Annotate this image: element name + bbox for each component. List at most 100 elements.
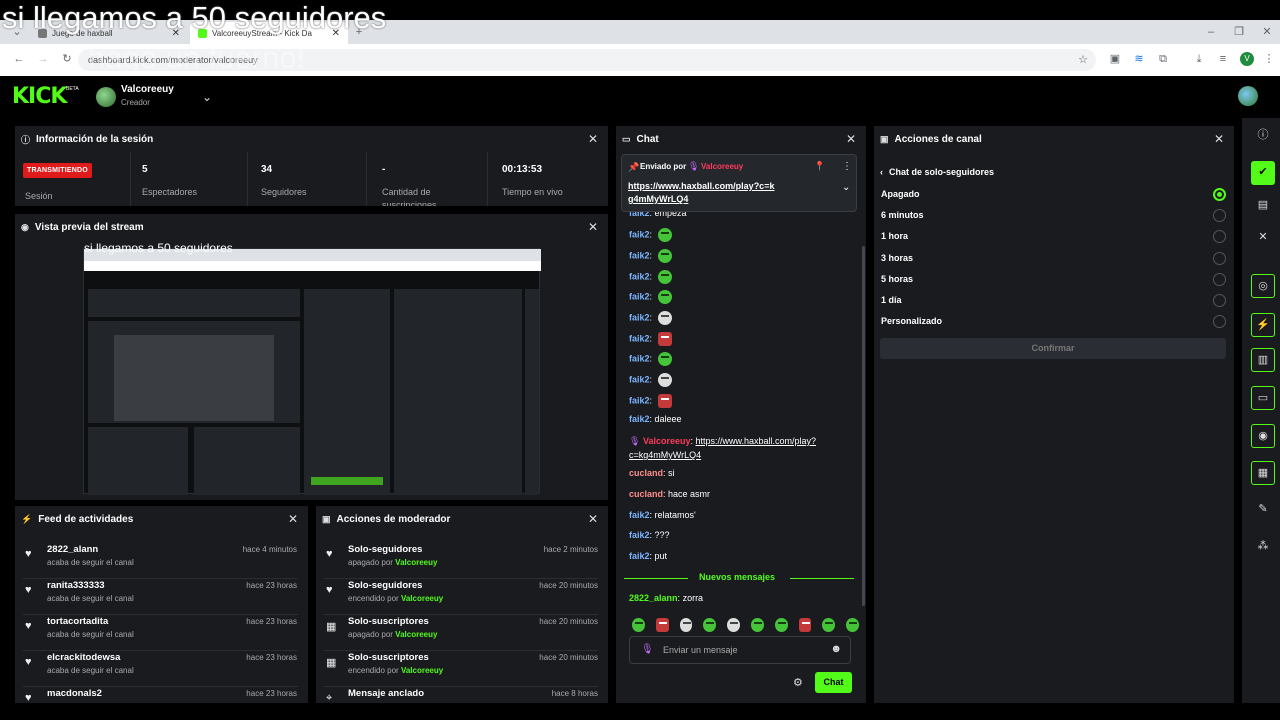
radio[interactable] [1213, 273, 1226, 286]
close-icon[interactable]: ✕ [588, 512, 598, 526]
notes-icon[interactable]: ▥ [1251, 348, 1275, 372]
chevron-down-icon[interactable]: ⌄ [202, 90, 212, 104]
kick-favicon-icon [198, 28, 207, 38]
share-icon[interactable]: ⁂ [1251, 535, 1275, 559]
profile-icon[interactable]: V [1240, 52, 1254, 66]
back-button[interactable]: ‹ Chat de solo-seguidores [880, 167, 994, 177]
haxball-link[interactable]: https://www.haxball.com/play? [696, 436, 817, 446]
emote-icon[interactable] [774, 618, 788, 632]
confirm-button[interactable]: Confirmar [880, 338, 1226, 359]
close-icon[interactable]: ✕ [588, 220, 598, 234]
emote-icon[interactable] [798, 618, 812, 632]
moderation-icon[interactable]: ▦ [1251, 461, 1275, 485]
layout-icon[interactable]: ▤ [1251, 194, 1275, 218]
more-icon[interactable]: ⋮ [842, 161, 852, 172]
new-messages-divider[interactable]: Nuevos mensajes [624, 572, 854, 584]
beta-badge: BETA [66, 86, 79, 92]
option-3-hours[interactable]: 3 horas [880, 249, 1226, 269]
emote-icon[interactable] [703, 618, 717, 632]
option-6-minutes[interactable]: 6 minutos [880, 206, 1226, 226]
media-icon[interactable]: ≡ [1216, 52, 1230, 66]
download-icon[interactable]: ⤓ [1192, 52, 1206, 66]
tab-search-icon[interactable]: ⌄ [10, 25, 24, 39]
emote-icon[interactable] [655, 618, 669, 632]
pinned-link[interactable]: https://www.haxball.com/play?c=kg4mMyWrL… [628, 180, 776, 206]
follower-name[interactable]: macdonals2 [47, 688, 102, 699]
puzzle-icon[interactable]: ⧉ [1156, 52, 1170, 66]
channel-avatar [96, 87, 116, 107]
close-tab-icon[interactable]: ✕ [332, 28, 340, 39]
heart-icon: ♥ [326, 548, 333, 560]
emote-icon[interactable] [750, 618, 764, 632]
stream-preview-video[interactable]: si llegamos a 50 seguidores [83, 241, 541, 495]
wrench-icon[interactable]: ✎ [1251, 498, 1275, 522]
new-tab-icon[interactable]: + [352, 25, 366, 39]
chat-scrollbar[interactable] [862, 246, 865, 606]
list-item: ♥ Solo-seguidores encendido por Valcoree… [316, 576, 608, 612]
panel-title: Acciones de moderador [336, 513, 451, 525]
radio[interactable] [1213, 294, 1226, 307]
option-5-hours[interactable]: 5 horas [880, 270, 1226, 290]
chat-input[interactable]: 🎙 Enviar un mensaje ☻ [629, 636, 851, 664]
send-chat-button[interactable]: Chat [815, 672, 852, 693]
chevron-left-icon: ‹ [880, 167, 883, 177]
star-icon[interactable]: ☆ [1078, 53, 1088, 66]
forward-icon[interactable]: → [36, 52, 50, 66]
radio[interactable] [1213, 230, 1226, 243]
close-icon[interactable]: ✕ [846, 132, 856, 146]
chat-icon[interactable]: ▭ [1251, 386, 1275, 410]
activity-time: hace 23 horas [246, 689, 297, 698]
option-off[interactable]: Apagado [880, 185, 1226, 205]
option-1-day[interactable]: 1 día [880, 291, 1226, 311]
info-icon[interactable]: ⓘ [1251, 124, 1275, 148]
bolt-icon[interactable]: ⚡ [1251, 313, 1275, 337]
radio[interactable] [1213, 209, 1226, 222]
haxball-link-cont[interactable]: c=kg4mMyWrLQ4 [629, 450, 701, 460]
mic-icon: 🎙 [641, 644, 654, 655]
panel-title: Feed de actividades [38, 513, 134, 525]
radio[interactable] [1213, 315, 1226, 328]
wave-extension-icon[interactable]: ≋ [1132, 52, 1146, 66]
channel-name[interactable]: Valcoreeuy [121, 84, 174, 95]
emote-icon[interactable] [679, 618, 693, 632]
broadcast-icon[interactable]: ◉ [1251, 424, 1275, 448]
tab-title: Juego de haxball [52, 28, 113, 38]
user-avatar[interactable] [1238, 86, 1258, 106]
chevron-down-icon[interactable]: ⌄ [842, 182, 850, 193]
close-icon[interactable]: ✕ [1251, 226, 1275, 250]
extension-icon[interactable]: ▣ [1108, 52, 1122, 66]
preview-overlay-text: si llegamos a 50 seguidores [84, 241, 233, 255]
chat-settings-icon[interactable]: ⚙ [793, 676, 803, 689]
close-icon[interactable]: ✕ [1214, 132, 1224, 146]
unpin-icon[interactable]: 📍 [814, 161, 825, 172]
follower-name[interactable]: elcrackitodewsa [47, 652, 120, 663]
emote-icon[interactable] [822, 618, 836, 632]
pinned-message[interactable]: 📌 Enviado por 🎙 Valcoreeuy 📍 ⋮ https://w… [621, 154, 857, 212]
list-item: ♥ macdonals2 hace 23 horas [15, 684, 307, 703]
emoji-icon[interactable]: ☻ [830, 643, 842, 655]
radio-selected[interactable] [1213, 188, 1226, 201]
emote-icon[interactable] [846, 618, 859, 632]
menu-icon[interactable]: ⋮ [1262, 52, 1276, 66]
reload-icon[interactable]: ↻ [60, 52, 74, 66]
radio[interactable] [1213, 252, 1226, 265]
restore-icon[interactable]: ❐ [1232, 25, 1246, 39]
action-time: hace 20 minutos [539, 653, 598, 662]
emote-icon[interactable] [727, 618, 740, 632]
close-window-icon[interactable]: ✕ [1260, 25, 1274, 39]
kick-logo[interactable]: KICK [12, 84, 67, 109]
focus-icon[interactable]: ◎ [1251, 274, 1275, 298]
close-icon[interactable]: ✕ [588, 132, 598, 146]
close-tab-icon[interactable]: ✕ [172, 28, 180, 39]
follower-name[interactable]: ranita333333 [47, 580, 105, 591]
option-custom[interactable]: Personalizado [880, 312, 1226, 332]
minimize-icon[interactable]: – [1204, 25, 1218, 39]
option-1-hour[interactable]: 1 hora [880, 227, 1226, 247]
check-icon[interactable]: ✔ [1251, 161, 1275, 185]
back-icon[interactable]: ← [12, 52, 26, 66]
close-icon[interactable]: ✕ [288, 512, 298, 526]
follower-name[interactable]: 2822_alann [47, 544, 98, 555]
list-item: ♥ ranita333333 acaba de seguir el canal … [15, 576, 307, 612]
follower-name[interactable]: tortacortadita [47, 616, 108, 627]
emote-icon[interactable] [632, 618, 645, 632]
